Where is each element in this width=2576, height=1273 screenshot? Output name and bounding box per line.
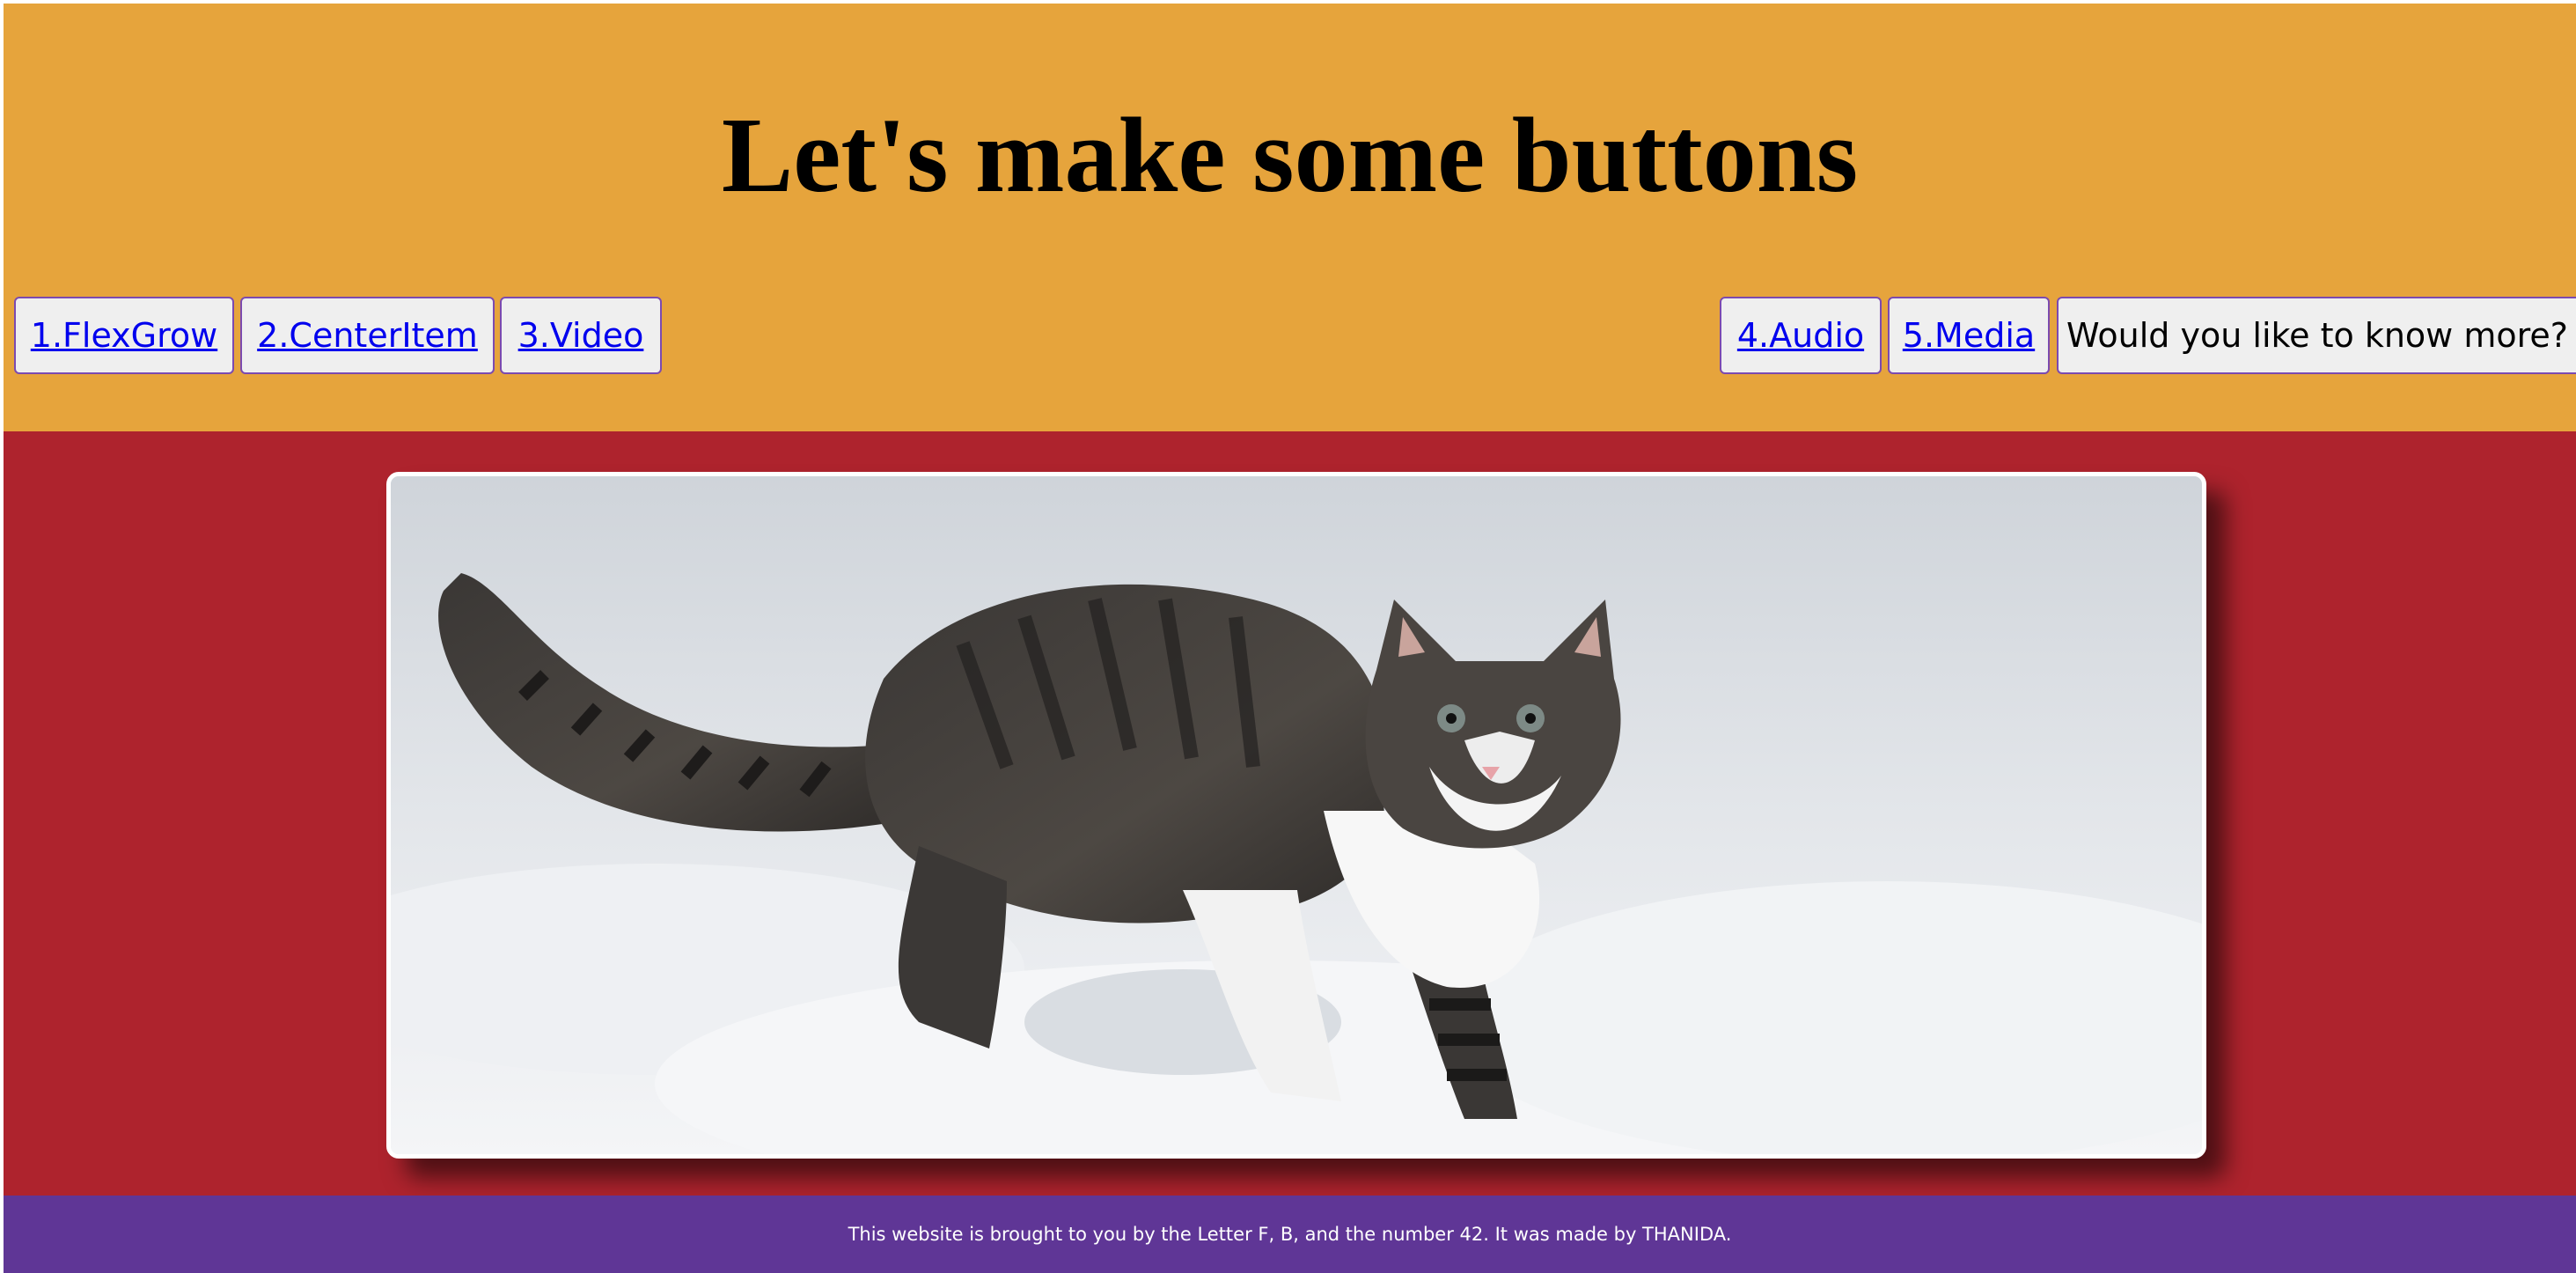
cat-photo <box>386 472 2206 1159</box>
footer-text: This website is brought to you by the Le… <box>848 1224 1732 1245</box>
media-button[interactable]: 5.Media <box>1888 297 2050 374</box>
page-title: Let's make some buttons <box>721 96 1859 215</box>
video-button[interactable]: 3.Video <box>500 297 662 374</box>
footer: This website is brought to you by the Le… <box>4 1196 2576 1273</box>
cat-in-snow-illustration <box>391 476 2202 1154</box>
audio-button[interactable]: 4.Audio <box>1720 297 1882 374</box>
flexgrow-button[interactable]: 1.FlexGrow <box>14 297 234 374</box>
centeritem-button[interactable]: 2.CenterItem <box>240 297 495 374</box>
page: Let's make some buttons 1.FlexGrow 2.Cen… <box>4 4 2576 1273</box>
know-more-button[interactable]: Would you like to know more? <box>2057 297 2576 374</box>
main-content <box>4 431 2576 1196</box>
header: Let's make some buttons 1.FlexGrow 2.Cen… <box>4 4 2576 431</box>
